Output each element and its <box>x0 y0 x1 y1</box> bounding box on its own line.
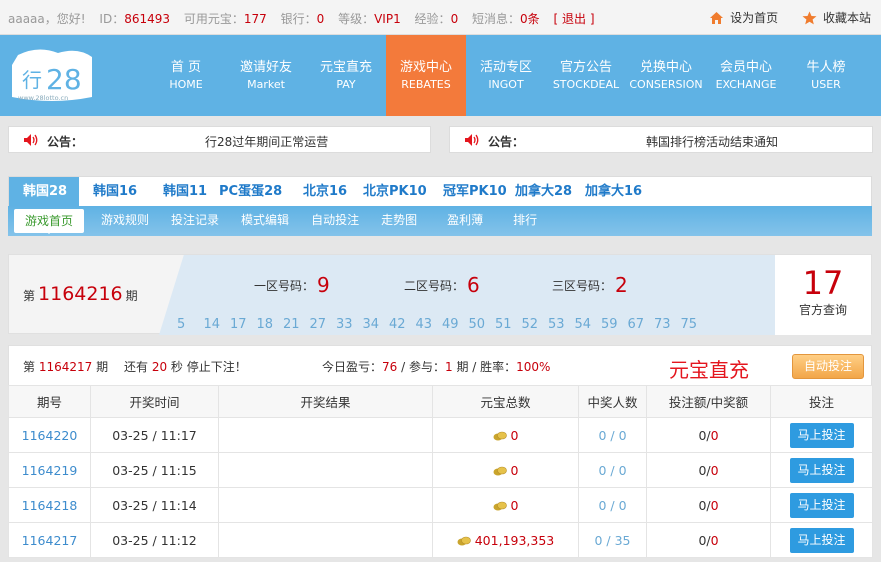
bet-now-button[interactable]: 马上投注 <box>789 492 854 518</box>
subtab-bet-records[interactable]: 投注记录 <box>160 206 230 236</box>
nav-pay[interactable]: 元宝直充 PAY <box>306 35 386 116</box>
main-nav: 首 页 HOME 邀请好友 Market 元宝直充 PAY 游戏中心 REBATES 活… <box>146 35 866 116</box>
tab-beijing16[interactable]: 北京16 <box>289 177 355 207</box>
subtab-trend[interactable]: 走势图 <box>370 206 436 236</box>
zone-3: 三区号码： 2 <box>552 273 628 297</box>
nav-leaderboard[interactable]: 牛人榜 USER <box>786 35 866 116</box>
user-id: 861493 <box>124 12 171 26</box>
svg-text:www.28lotto.cn: www.28lotto.cn <box>18 94 68 102</box>
subtab-auto-bet[interactable]: 自动投注 <box>300 206 370 236</box>
sub-tabs: 游戏首页 游戏规则 投注记录 模式编辑 自动投注 走势图 盈利薄 排行 <box>8 206 872 236</box>
messages-link[interactable]: 0条 <box>520 12 540 26</box>
game-tabs: 韩国28 韩国16 韩国11 PC蛋蛋28 北京16 北京PK10 冠军PK10… <box>8 176 872 207</box>
current-period: 第 1164216 期 <box>23 283 138 305</box>
current-draw: 第 1164216 期 一区号码： 9 二区号码： 6 三区号码： 2 5 14 17 18 21… <box>8 254 872 335</box>
table-row: 1164219 03-25 / 11:15 0 0 / 0 0/0 马上投注 <box>8 452 873 488</box>
tab-korea28[interactable]: 韩国28 <box>9 177 79 207</box>
nav-activity[interactable]: 活动专区 INGOT <box>466 35 546 116</box>
user-exp: 0 <box>450 12 459 26</box>
zone-1: 一区号码： 9 <box>254 273 330 297</box>
nav-member[interactable]: 会员中心 EXCHANGE <box>706 35 786 116</box>
bank-balance: 0 <box>316 12 325 26</box>
subtab-rules[interactable]: 游戏规则 <box>90 206 160 236</box>
zone-2: 二区号码： 6 <box>404 273 480 297</box>
period-link[interactable]: 1164218 <box>8 487 91 523</box>
drawn-numbers: 5 14 17 18 21 27 33 34 42 43 49 50 51 52 53 54 59 67 73 75 <box>177 317 698 332</box>
speaker-icon <box>24 134 38 146</box>
set-home-link[interactable]: 设为首页 <box>709 9 778 26</box>
notice-text-2[interactable]: 韩国排行榜活动结束通知 <box>646 133 778 150</box>
tab-korea16[interactable]: 韩国16 <box>79 177 149 207</box>
notice-bar-1: 公告： 行28过年期间正常运营 <box>8 126 431 153</box>
notice-bar-2: 公告： 韩国排行榜活动结束通知 <box>449 126 873 153</box>
username: aaaaa <box>8 12 45 26</box>
speaker-icon <box>465 134 479 146</box>
home-icon <box>710 11 724 24</box>
coin-icon <box>493 466 507 475</box>
star-icon <box>802 11 817 24</box>
subtab-mode-edit[interactable]: 模式编辑 <box>230 206 300 236</box>
table-header: 期号 开奖时间 开奖结果 元宝总数 中奖人数 投注额/中奖额 投注 <box>8 385 873 418</box>
coin-icon <box>493 501 507 510</box>
recharge-promo-link[interactable]: 元宝直充 <box>669 354 749 383</box>
subtab-ranking[interactable]: 排行 <box>502 206 548 236</box>
bet-info-row: 第 1164217 期 还有 20 秒 停止下注！ 今日盈亏：76 / 参与：1… <box>8 345 872 385</box>
nav-invite[interactable]: 邀请好友 Market <box>226 35 306 116</box>
bookmark-link[interactable]: 收藏本站 <box>802 9 871 26</box>
tab-korea11[interactable]: 韩国11 <box>149 177 211 207</box>
nav-home[interactable]: 首 页 HOME <box>146 35 226 116</box>
periods-table: 期号 开奖时间 开奖结果 元宝总数 中奖人数 投注额/中奖额 投注 116422… <box>8 385 873 558</box>
site-logo[interactable]: 行 28 www.28lotto.cn <box>8 45 96 105</box>
countdown-seconds: 20 <box>151 360 168 374</box>
tab-champion-pk10[interactable]: 冠军PK10 <box>435 177 507 207</box>
tab-pcdandan28[interactable]: PC蛋蛋28 <box>211 177 289 207</box>
svg-text:行: 行 <box>22 68 42 92</box>
nav-game-center[interactable]: 游戏中心 REBATES <box>386 35 466 116</box>
nav-announcement[interactable]: 官方公告 STOCKDEAL <box>546 35 626 116</box>
user-level: VIP1 <box>374 12 401 26</box>
next-period-info: 第 1164217 期 还有 20 秒 停止下注！ <box>23 360 247 374</box>
main-header: 行 28 www.28lotto.cn 首 页 HOME 邀请好友 Market 元… <box>0 35 881 116</box>
auto-bet-button[interactable]: 自动投注 <box>792 354 864 379</box>
today-stats: 今日盈亏：76 / 参与：1 期 / 胜率：100% <box>322 360 551 374</box>
yuanbao-balance: 177 <box>243 12 267 26</box>
bet-now-button[interactable]: 马上投注 <box>789 457 854 483</box>
user-info: aaaaa，您好! ID：861493 可用元宝：177 银行：0 等级：VIP… <box>8 12 595 26</box>
nav-exchange[interactable]: 兑换中心 CONSERSION <box>626 35 706 116</box>
period-link[interactable]: 1164220 <box>8 417 91 453</box>
subtab-profit[interactable]: 盈利薄 <box>436 206 502 236</box>
table-row: 1164217 03-25 / 11:12 401,193,353 0 / 35… <box>8 522 873 558</box>
table-row: 1164218 03-25 / 11:14 0 0 / 0 0/0 马上投注 <box>8 487 873 523</box>
period-link[interactable]: 1164217 <box>8 522 91 558</box>
tab-canada16[interactable]: 加拿大16 <box>577 177 647 207</box>
notice-text-1[interactable]: 行28过年期间正常运营 <box>205 133 328 150</box>
svg-text:28: 28 <box>46 63 82 96</box>
bet-now-button[interactable]: 马上投注 <box>789 527 854 553</box>
coin-icon <box>457 536 471 545</box>
draw-result: 17 <box>802 264 844 302</box>
result-box: 17 官方查询 <box>775 255 871 335</box>
table-row: 1164220 03-25 / 11:17 0 0 / 0 0/0 马上投注 <box>8 417 873 453</box>
official-query-link[interactable]: 官方查询 <box>775 301 871 318</box>
subtab-game-home[interactable]: 游戏首页 <box>14 209 85 234</box>
tab-canada28[interactable]: 加拿大28 <box>507 177 577 207</box>
coin-icon <box>493 431 507 440</box>
tab-beijing-pk10[interactable]: 北京PK10 <box>355 177 435 207</box>
top-bar: aaaaa，您好! ID：861493 可用元宝：177 银行：0 等级：VIP… <box>0 0 881 35</box>
bet-now-button[interactable]: 马上投注 <box>789 422 854 448</box>
logout-link[interactable]: [ 退出 ] <box>554 12 595 26</box>
period-link[interactable]: 1164219 <box>8 452 91 488</box>
